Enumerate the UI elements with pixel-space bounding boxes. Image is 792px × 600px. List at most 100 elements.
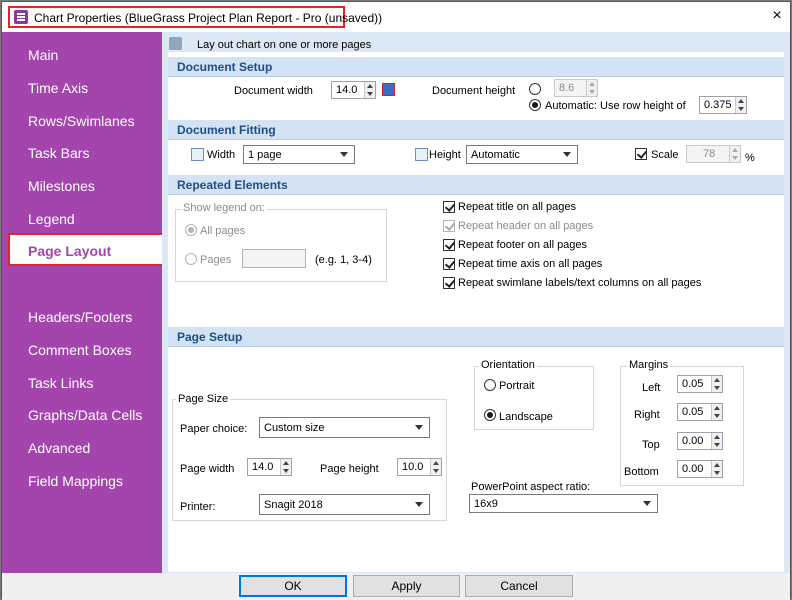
- margin-top-stepper[interactable]: 0.00: [677, 432, 723, 450]
- margin-left-label: Left: [642, 382, 661, 394]
- document-height-stepper: 8.6: [554, 79, 598, 97]
- printer-dropdown[interactable]: Snagit 2018: [259, 494, 430, 515]
- margin-top-value: 0.00: [682, 435, 704, 447]
- fitting-width-value: 1 page: [248, 149, 282, 161]
- section-title: Document Fitting: [177, 123, 276, 137]
- sidebar-item-rows-swimlanes[interactable]: Rows/Swimlanes: [28, 113, 135, 129]
- chevron-down-icon: [415, 425, 423, 430]
- section-document-fitting: Document Fitting: [168, 120, 784, 140]
- section-title: Repeated Elements: [177, 178, 288, 192]
- height-fit-icon: [415, 148, 428, 161]
- document-height-value: 8.6: [559, 82, 575, 94]
- stepper-arrows: [729, 146, 740, 162]
- sidebar-item-field-mappings[interactable]: Field Mappings: [28, 473, 123, 489]
- pick-size-icon[interactable]: [382, 83, 395, 96]
- page-width-stepper[interactable]: 14.0: [247, 458, 292, 476]
- sidebar-item-headers-footers[interactable]: Headers/Footers: [28, 309, 132, 325]
- section-document-setup: Document Setup: [168, 57, 784, 77]
- repeat-time-axis-label: Repeat time axis on all pages: [458, 258, 603, 270]
- section-title: Document Setup: [177, 60, 273, 74]
- margin-bottom-label: Bottom: [624, 466, 659, 478]
- chevron-down-icon: [643, 501, 651, 506]
- stepper-arrows[interactable]: [430, 459, 441, 475]
- cancel-button[interactable]: Cancel: [465, 575, 573, 597]
- ppt-aspect-value: 16x9: [474, 498, 498, 510]
- margin-left-stepper[interactable]: 0.05: [677, 375, 723, 393]
- sidebar-item-task-links[interactable]: Task Links: [28, 375, 93, 391]
- all-pages-radio: [185, 224, 197, 236]
- section-page-setup: Page Setup: [168, 327, 784, 347]
- chevron-down-icon: [415, 502, 423, 507]
- document-height-label: Document height: [432, 85, 516, 97]
- stepper-arrows[interactable]: [711, 376, 722, 392]
- show-legend-group: [175, 209, 387, 282]
- page-width-label: Page width: [180, 463, 235, 475]
- fitting-height-dropdown[interactable]: Automatic: [466, 145, 578, 164]
- pages-hint: (e.g. 1, 3-4): [315, 254, 372, 266]
- margin-bottom-stepper[interactable]: 0.00: [677, 460, 723, 478]
- printer-value: Snagit 2018: [264, 499, 323, 511]
- portrait-label: Portrait: [499, 380, 535, 392]
- layout-gear-icon: [169, 37, 182, 50]
- sidebar-item-main[interactable]: Main: [28, 47, 58, 63]
- sidebar-item-milestones[interactable]: Milestones: [28, 178, 95, 194]
- fitting-height-label: Height: [429, 149, 461, 161]
- stepper-arrows[interactable]: [711, 433, 722, 449]
- margin-right-stepper[interactable]: 0.05: [677, 403, 723, 421]
- close-icon[interactable]: ×: [768, 7, 786, 25]
- row-height-stepper[interactable]: 0.375: [699, 96, 747, 114]
- paper-choice-value: Custom size: [264, 422, 325, 434]
- document-height-radio[interactable]: [529, 83, 541, 95]
- page-height-label: Page height: [320, 463, 379, 475]
- sidebar-item-time-axis[interactable]: Time Axis: [28, 80, 88, 96]
- section-repeated-elements: Repeated Elements: [168, 175, 784, 195]
- scale-stepper: 78: [686, 145, 741, 163]
- stepper-arrows[interactable]: [735, 97, 746, 113]
- page-height-stepper[interactable]: 10.0: [397, 458, 442, 476]
- paper-choice-dropdown[interactable]: Custom size: [259, 417, 430, 438]
- scale-label: Scale: [651, 149, 679, 161]
- show-legend-group-title: Show legend on:: [181, 202, 267, 214]
- ok-button[interactable]: OK: [239, 575, 347, 597]
- repeat-footer-checkbox[interactable]: [443, 239, 455, 251]
- margin-left-value: 0.05: [682, 378, 704, 390]
- margin-right-label: Right: [634, 409, 660, 421]
- intro-text: Lay out chart on one or more pages: [197, 39, 372, 51]
- sidebar-item-graphs-data-cells[interactable]: Graphs/Data Cells: [28, 407, 142, 423]
- repeat-swimlane-labels-label: Repeat swimlane labels/text columns on a…: [458, 277, 702, 289]
- document-width-stepper[interactable]: 14.0: [331, 81, 376, 99]
- sidebar-item-comment-boxes[interactable]: Comment Boxes: [28, 342, 131, 358]
- width-fit-icon: [191, 148, 204, 161]
- page-width-value: 14.0: [252, 461, 274, 473]
- pages-radio: [185, 253, 197, 265]
- repeat-time-axis-checkbox[interactable]: [443, 258, 455, 270]
- repeat-swimlane-labels-checkbox[interactable]: [443, 277, 455, 289]
- fitting-width-dropdown[interactable]: 1 page: [243, 145, 355, 164]
- sidebar-item-legend[interactable]: Legend: [28, 211, 75, 227]
- landscape-label: Landscape: [499, 411, 553, 423]
- printer-label: Printer:: [180, 501, 216, 513]
- margin-top-label: Top: [642, 439, 660, 451]
- document-width-value: 14.0: [336, 84, 358, 96]
- sidebar-item-advanced[interactable]: Advanced: [28, 440, 90, 456]
- repeat-title-label: Repeat title on all pages: [458, 201, 577, 213]
- repeat-footer-label: Repeat footer on all pages: [458, 239, 588, 251]
- margin-bottom-value: 0.00: [682, 463, 704, 475]
- margins-group-title: Margins: [627, 359, 671, 371]
- portrait-radio[interactable]: [484, 379, 496, 391]
- repeat-title-checkbox[interactable]: [443, 201, 455, 213]
- stepper-arrows[interactable]: [711, 461, 722, 477]
- ppt-aspect-dropdown[interactable]: 16x9: [469, 494, 658, 513]
- scale-unit: %: [745, 152, 755, 164]
- landscape-radio[interactable]: [484, 409, 496, 421]
- stepper-arrows[interactable]: [364, 82, 375, 98]
- scale-checkbox[interactable]: [635, 148, 647, 160]
- automatic-row-height-radio[interactable]: [529, 99, 541, 111]
- stepper-arrows[interactable]: [280, 459, 291, 475]
- window-title: Chart Properties (BlueGrass Project Plan…: [34, 11, 383, 25]
- sidebar-item-task-bars[interactable]: Task Bars: [28, 145, 89, 161]
- row-height-value: 0.375: [704, 99, 732, 111]
- fitting-width-label: Width: [207, 149, 236, 161]
- stepper-arrows[interactable]: [711, 404, 722, 420]
- apply-button[interactable]: Apply: [353, 575, 460, 597]
